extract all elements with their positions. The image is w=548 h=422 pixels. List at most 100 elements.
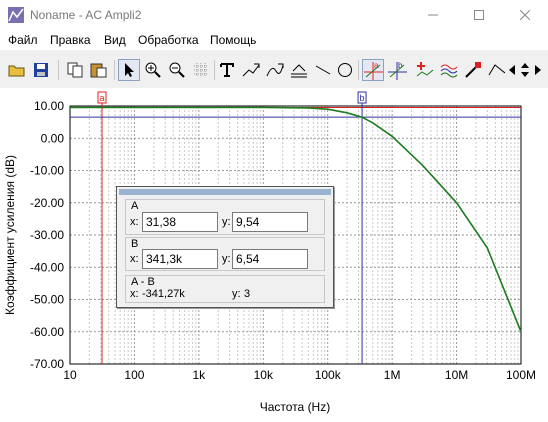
x-tick-label: 100M [506,368,536,382]
menu-file[interactable]: Файл [8,33,38,47]
step-button[interactable] [486,59,508,81]
cursor-a-handle-label: a [99,93,104,103]
axis-format-button[interactable] [288,59,310,81]
cursor-diff-x-label: x: [130,288,139,300]
y-tick-label: 0.00 [41,131,65,145]
edit-curve-button[interactable] [240,59,262,81]
cursor-diff-y-value: 3 [244,288,251,300]
zoom-out-icon [169,62,185,78]
y-tick-label: -40.00 [30,260,64,274]
cursor-b-x-field[interactable]: 341,3k [142,249,218,269]
scroll-left-button[interactable] [506,59,518,81]
cursor-diff-y-label: y: [232,288,241,300]
menu-view[interactable]: Вид [104,33,126,47]
cursor-a-x-label: x: [130,216,139,228]
cursor-b-y-field[interactable]: 6,54 [232,249,308,269]
y-tick-label: 10.00 [34,99,64,113]
add-marker-button[interactable] [414,59,436,81]
paste-button[interactable] [88,59,110,81]
grid-button[interactable] [190,59,212,81]
cursor-b-handle-label: b [360,93,365,103]
x-tick-label: 10k [254,368,274,382]
y-tick-label: -60.00 [30,325,64,339]
signal-icon [440,64,458,78]
axis-format-icon [291,64,307,78]
x-tick-label: 10M [445,368,468,382]
y-tick-label: -70.00 [30,357,64,371]
zoom-in-icon [145,62,161,78]
cursor-a-y-field[interactable]: 9,54 [232,212,308,232]
edit-curve-icon [242,63,260,77]
maximize-icon [474,10,484,20]
signal-button[interactable] [438,59,460,81]
select-tool-button[interactable] [118,59,140,81]
copy-button[interactable] [64,59,86,81]
circle-tool-icon [338,63,352,77]
zoom-in-button[interactable] [142,59,164,81]
cursor-a-icon: a [364,61,383,80]
minimize-button[interactable] [410,0,456,30]
arrow-up-down-icon [521,63,529,77]
text-tool-icon [220,63,234,77]
circle-tool-button[interactable] [334,59,356,81]
y-tick-labels: 10.00 0.00 -10.00 -20.00 -30.00 -40.00 -50.00 -… [30,99,64,371]
open-button[interactable] [6,59,28,81]
menu-process[interactable]: Обработка [138,33,199,47]
menu-bar: Файл Правка Вид Обработка Помощь [0,30,548,50]
x-tick-label: 100k [315,368,342,382]
save-icon [34,63,48,77]
pointer-icon [125,63,134,77]
maximize-button[interactable] [456,0,502,30]
panel-title-bar[interactable] [119,189,331,195]
x-axis-label: Частота (Hz) [260,400,330,414]
paste-icon [90,63,107,78]
cursor-a-x-field[interactable]: 31,38 [142,212,218,232]
step-icon [488,64,506,76]
y-tick-label: -10.00 [30,164,64,178]
edit-curve2-button[interactable] [264,59,286,81]
cursor-a-y-label: y: [222,216,231,228]
scroll-right-button[interactable] [532,59,544,81]
save-button[interactable] [30,59,52,81]
close-icon [520,10,530,20]
line-tool-icon [315,65,331,75]
title-bar: Noname - AC Ampli2 [0,0,548,30]
cursor-values-panel[interactable]: A x: 31,38 y: 9,54 B x: 341,3k y: 6,54 A… [116,186,334,308]
y-tick-label: -50.00 [30,293,64,307]
probe-icon [465,62,481,78]
minimize-icon [428,14,438,16]
grid-icon [194,63,208,77]
y-tick-label: -20.00 [30,196,64,210]
cursor-diff-group: A - B x: -341,27k y: 3 [125,275,325,303]
zoom-out-button[interactable] [166,59,188,81]
cursor-b-x-label: x: [130,253,139,265]
window-title: Noname - AC Ampli2 [30,8,142,22]
close-button[interactable] [502,0,548,30]
cursor-a-button[interactable]: a [362,59,384,81]
x-tick-labels: 10 100 1k 10k 100k 1M 10M 100M [63,368,536,382]
app-icon [8,7,24,23]
copy-icon [67,62,83,78]
scroll-up-down-button[interactable] [518,59,532,81]
cursor-b-label: B [131,238,139,250]
cursor-b-y-label: y: [222,253,231,265]
cursor-a-label: A [131,200,139,212]
app-window: Noname - AC Ampli2 Файл Правка Вид Обраб… [0,0,548,422]
line-tool-button[interactable] [312,59,334,81]
cursor-b-button[interactable]: b [386,59,408,81]
text-tool-button[interactable] [216,59,238,81]
y-tick-label: -30.00 [30,228,64,242]
cursor-diff-x-value: -341,27k [142,288,185,300]
open-folder-icon [8,65,25,77]
add-marker-icon [416,62,434,77]
menu-help[interactable]: Помощь [210,33,256,47]
toolbar: a b [0,54,548,88]
x-tick-label: 10 [63,368,77,382]
arrow-left-icon [509,65,515,75]
probe-button[interactable] [462,59,484,81]
edit-curve2-icon [266,63,284,77]
arrow-right-icon [535,65,541,75]
menu-edit[interactable]: Правка [50,33,91,47]
x-tick-label: 1k [193,368,207,382]
cursor-diff-label: A - B [131,276,155,288]
